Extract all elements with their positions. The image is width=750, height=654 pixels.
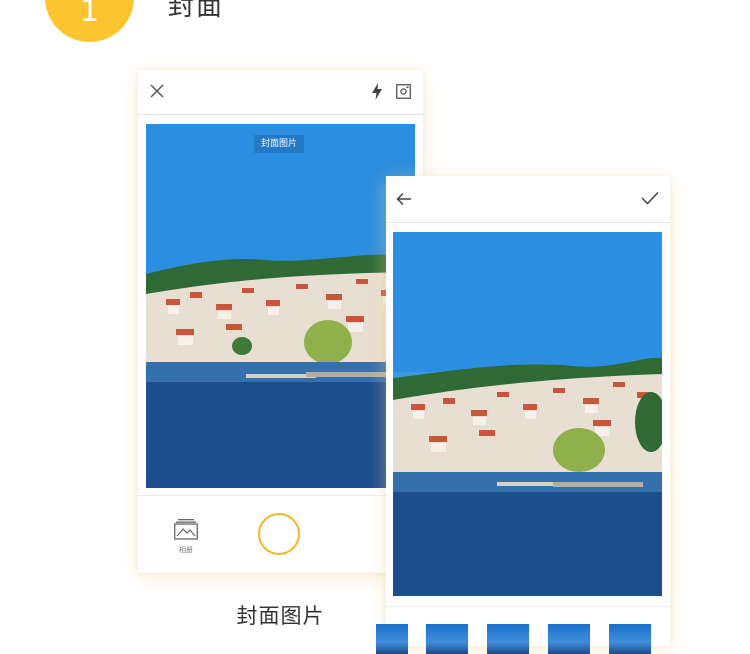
checkmark-icon[interactable] (641, 191, 659, 205)
album-label: 相册 (179, 546, 193, 554)
filter-thumbnail[interactable] (548, 624, 590, 654)
edit-top-bar (386, 176, 670, 223)
camera-switch-icon[interactable] (396, 84, 411, 99)
cover-photo: 封面图片 (146, 124, 415, 488)
filter-thumbnail[interactable] (487, 624, 529, 654)
filter-thumbnail[interactable] (609, 624, 651, 654)
camera-top-bar (138, 70, 423, 115)
step-badge: 1 (45, 0, 134, 42)
lakeside-town-photo (146, 124, 415, 488)
album-icon (174, 519, 198, 540)
shutter-button[interactable] (258, 513, 300, 555)
close-icon[interactable] (150, 84, 164, 98)
filter-thumbnail[interactable] (426, 624, 468, 654)
camera-bottom-bar: 相册 (138, 495, 423, 574)
camera-screen: 封面图片 相册 (138, 70, 423, 573)
filter-thumbnail[interactable] (376, 624, 408, 654)
preview-photo (393, 232, 662, 596)
filter-strip (376, 606, 670, 654)
step-number: 1 (79, 0, 100, 29)
edit-screen (376, 176, 670, 654)
lakeside-town-photo (393, 232, 662, 596)
flash-icon[interactable] (371, 83, 383, 100)
step-title: 封面 (168, 0, 225, 22)
back-arrow-icon[interactable] (396, 192, 412, 206)
cover-image-tag: 封面图片 (254, 135, 305, 153)
album-button[interactable]: 相册 (172, 518, 200, 555)
